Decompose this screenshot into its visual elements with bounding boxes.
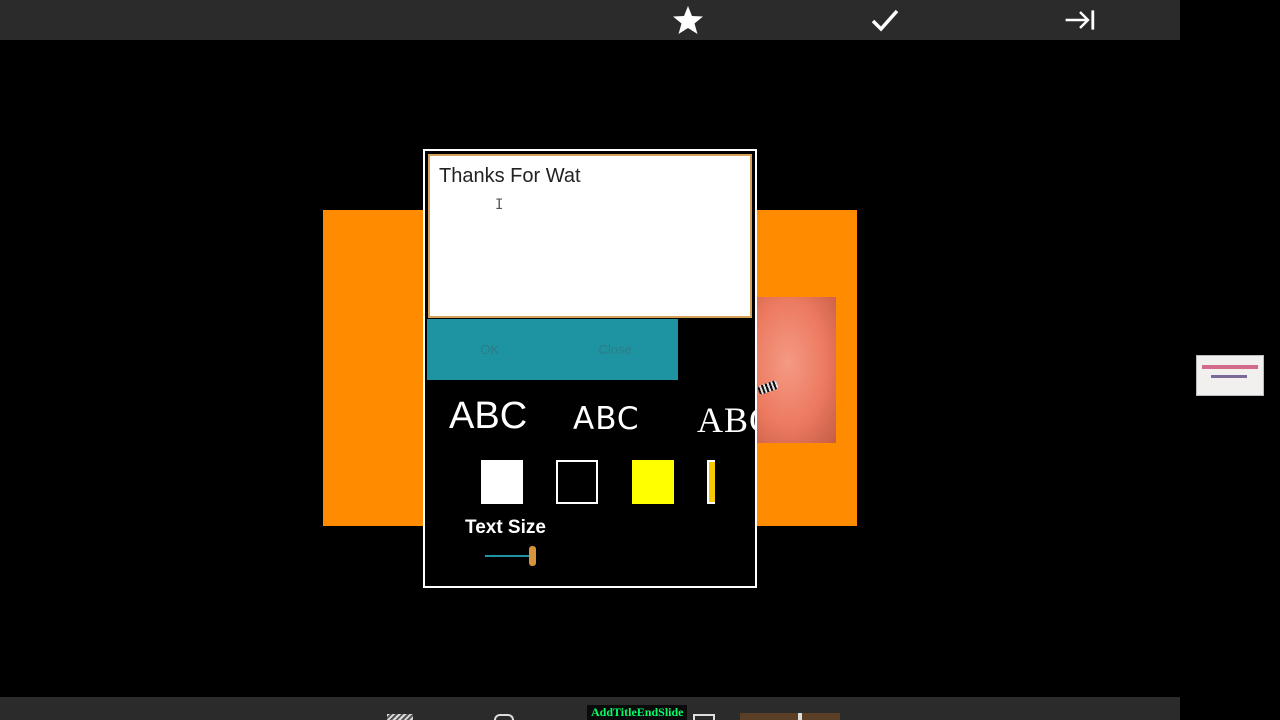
skip-to-end-button[interactable] (1060, 2, 1100, 38)
font-option-1[interactable]: ABC (449, 395, 527, 438)
close-button[interactable]: Close (553, 319, 679, 380)
slide-background-left (323, 210, 425, 526)
title-text-input[interactable]: Thanks For Wat (428, 154, 752, 318)
arrow-to-end-icon (1065, 10, 1095, 30)
add-title-end-slide-tag: AddTitleEndSlide (587, 705, 688, 720)
text-size-slider[interactable] (485, 545, 545, 567)
top-app-bar (0, 0, 1180, 40)
favorite-button[interactable] (668, 2, 708, 38)
side-thumbnail[interactable] (1196, 355, 1264, 396)
color-swatch-black[interactable] (556, 460, 598, 504)
dialog-button-row: OK Close (427, 319, 678, 380)
font-option-2[interactable]: ABC (573, 401, 640, 437)
pattern-icon[interactable] (387, 714, 413, 720)
slider-thumb[interactable] (529, 546, 536, 566)
color-swatch-gold[interactable] (707, 460, 715, 504)
timeline-strip[interactable] (740, 713, 840, 720)
slide-photo (756, 297, 836, 443)
color-swatch-yellow[interactable] (632, 460, 674, 504)
crop-icon[interactable] (693, 714, 715, 720)
confirm-button[interactable] (865, 2, 905, 38)
ok-button[interactable]: OK (427, 319, 553, 380)
text-size-label: Text Size (465, 517, 546, 538)
rotate-icon[interactable] (494, 714, 514, 720)
slider-track (485, 555, 531, 557)
text-cursor-icon: I (495, 197, 504, 213)
title-text-dialog: Thanks For Wat I OK Close ABC ABC ABC Te… (423, 149, 757, 588)
font-option-3[interactable]: ABC (697, 399, 755, 441)
star-icon (673, 6, 703, 34)
font-style-picker: ABC ABC ABC (425, 389, 755, 451)
color-swatch-white[interactable] (481, 460, 523, 504)
checkmark-icon (871, 9, 899, 32)
